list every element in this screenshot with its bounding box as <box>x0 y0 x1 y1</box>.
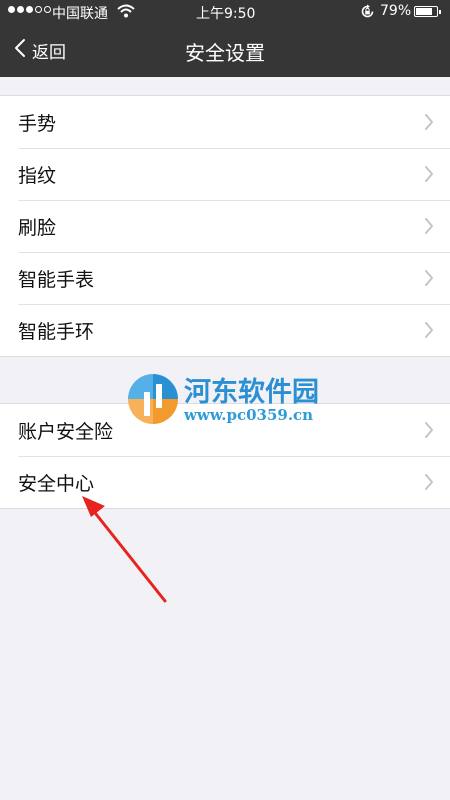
annotation-arrow <box>82 496 167 603</box>
